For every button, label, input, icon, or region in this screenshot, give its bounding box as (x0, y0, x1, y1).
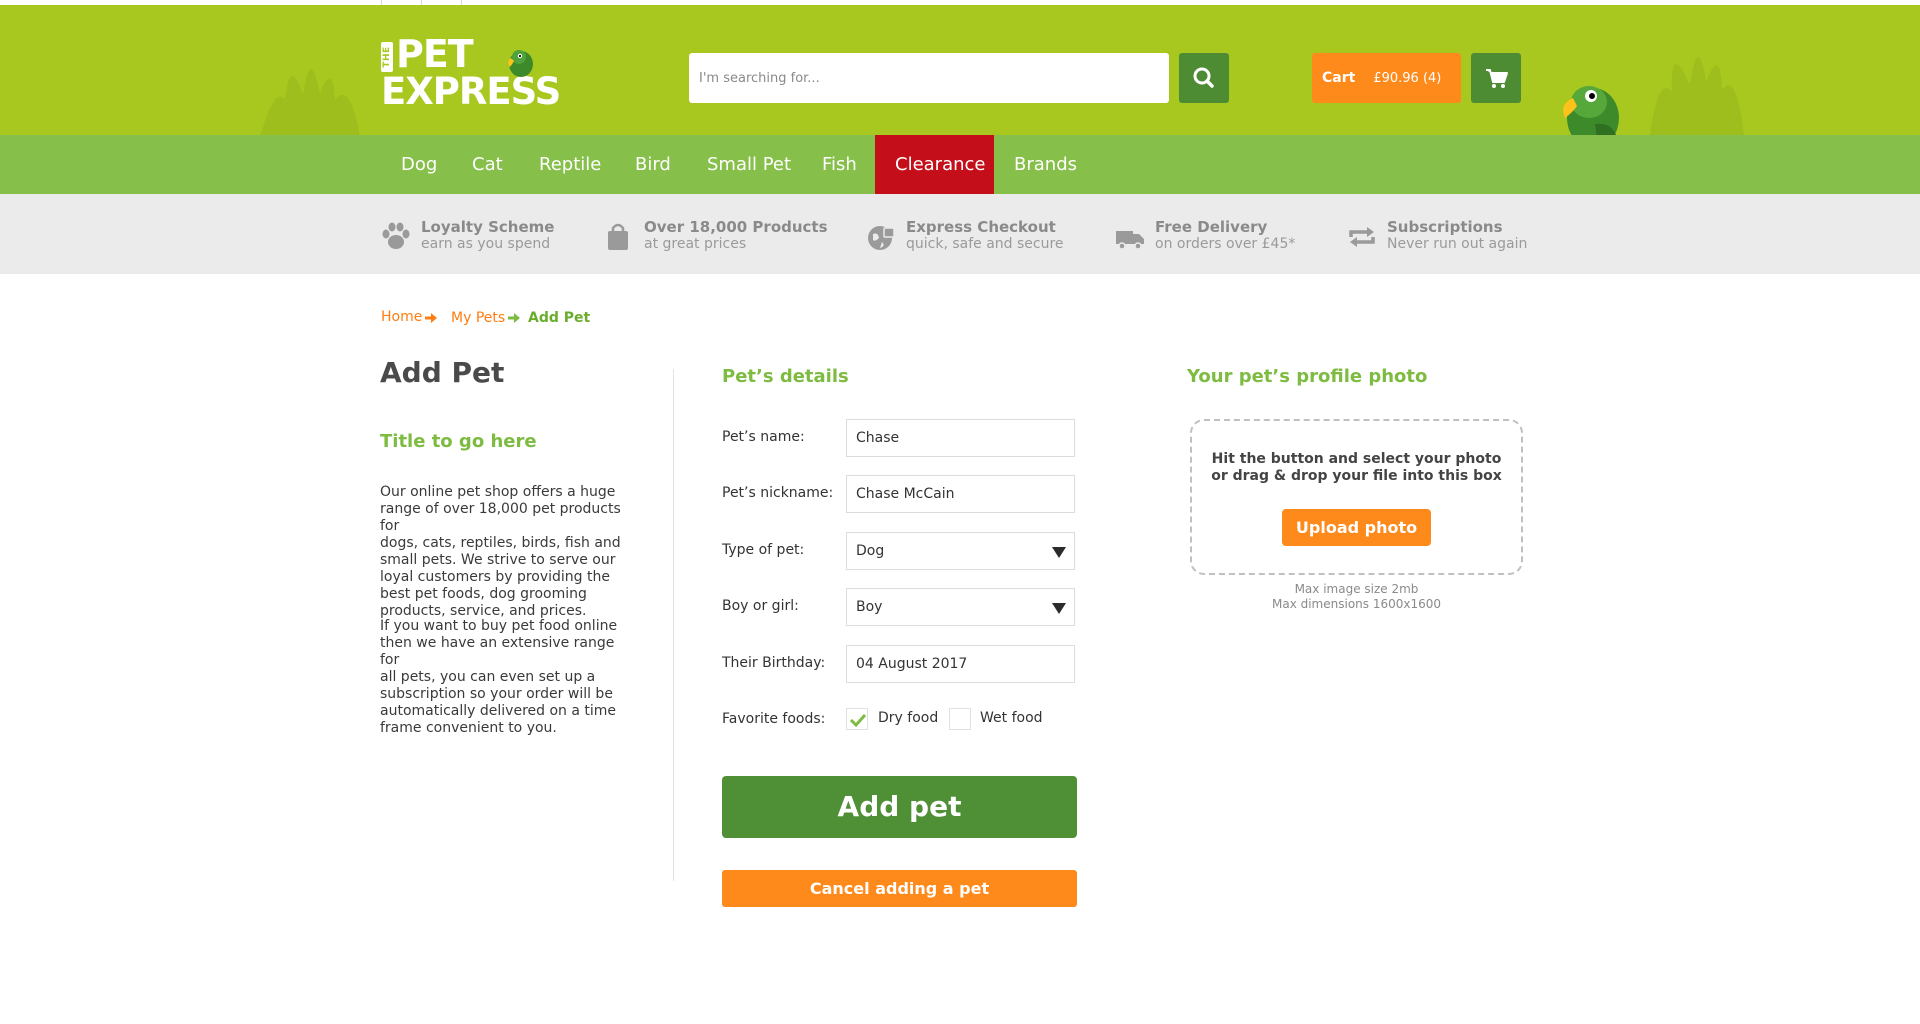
caret-down-icon (1052, 547, 1066, 558)
pet-birthday-input[interactable]: 04 August 2017 (846, 645, 1075, 683)
search-button[interactable] (1179, 53, 1229, 103)
logo-word-express: EXPRESS (381, 70, 561, 113)
usp-subtitle: earn as you spend (421, 236, 551, 252)
max-dimensions-hint: Max dimensions 1600x1600 (1271, 597, 1442, 611)
wet-food-checkbox[interactable] (949, 708, 971, 730)
paragraph-line: range of over 18,000 pet products for (380, 501, 621, 534)
paragraph-line: all pets, you can even set up a (380, 669, 596, 685)
shopping-cart-icon (1486, 69, 1508, 88)
cart-label: Cart (1322, 70, 1356, 86)
grass-decoration (1650, 56, 1744, 135)
breadcrumb-my-pets[interactable]: My Pets (451, 310, 505, 326)
grass-decoration (260, 69, 360, 137)
cart-amount: £90.96 (4) (1373, 70, 1442, 86)
basket-button[interactable] (1471, 53, 1521, 103)
subscription-paragraph: If you want to buy pet food online then … (380, 618, 635, 737)
usp-subtitle: quick, safe and secure (906, 236, 1064, 252)
column-divider (673, 369, 674, 881)
globe-lock-icon (868, 226, 895, 250)
pet-type-label: Type of pet: (722, 542, 805, 558)
nav-item-small-pet[interactable]: Small Pet (687, 135, 811, 194)
cancel-add-pet-button[interactable]: Cancel adding a pet (722, 870, 1077, 907)
intro-paragraph: Our online pet shop offers a huge range … (380, 484, 635, 620)
search-input[interactable] (689, 53, 1169, 103)
pet-type-value: Dog (856, 543, 885, 559)
nav-item-reptile[interactable]: Reptile (519, 135, 621, 194)
paragraph-line: subscription so your order will be (380, 686, 613, 702)
wet-food-label[interactable]: Wet food (980, 710, 1043, 726)
nav-item-bird[interactable]: Bird (615, 135, 691, 194)
usp-title: Express Checkout (906, 218, 1056, 236)
paragraph-line: loyal customers by providing the (380, 569, 610, 585)
breadcrumb-current: Add Pet (528, 310, 591, 326)
pet-details-heading: Pet’s details (722, 366, 849, 387)
logo-the-badge: THE (381, 42, 393, 72)
pet-gender-label: Boy or girl: (722, 598, 799, 614)
logo-word-pet: PET (396, 32, 474, 76)
pet-gender-value: Boy (856, 599, 883, 615)
paragraph-line: best pet foods, dog grooming (380, 586, 587, 602)
usp-subtitle: on orders over £45* (1155, 236, 1296, 252)
paragraph-line: automatically delivered on a time (380, 703, 617, 719)
paragraph-line: frame convenient to you. (380, 720, 557, 736)
pet-type-select[interactable]: Dog (846, 532, 1075, 570)
truck-icon (1116, 231, 1144, 250)
parrot-logo-icon (508, 50, 533, 77)
drop-zone-line: Hit the button and select your photo (1211, 451, 1502, 467)
section-subtitle: Title to go here (380, 431, 537, 452)
nav-item-cat[interactable]: Cat (452, 135, 523, 194)
usp-subtitle: at great prices (644, 236, 747, 252)
pet-nickname-input[interactable]: Chase McCain (846, 475, 1075, 513)
drop-zone-instructions: Hit the button and select your photo or … (1190, 451, 1523, 485)
add-pet-button[interactable]: Add pet (722, 776, 1077, 838)
nav-item-dog[interactable]: Dog (381, 135, 457, 194)
pet-name-input[interactable]: Chase (846, 419, 1075, 457)
page-title: Add Pet (380, 356, 505, 389)
usp-title: Free Delivery (1155, 218, 1268, 236)
nav-item-fish[interactable]: Fish (802, 135, 877, 194)
max-size-hint: Max image size 2mb (1294, 582, 1419, 596)
caret-down-icon (1052, 603, 1066, 614)
nav-item-brands[interactable]: Brands (994, 135, 1097, 194)
drop-zone-line: or drag & drop your file into this box (1211, 468, 1502, 484)
photo-drop-zone[interactable] (1190, 419, 1523, 575)
cart-summary-button[interactable]: Cart £90.96 (4) (1312, 53, 1461, 103)
bag-icon (608, 223, 628, 250)
pet-nickname-label: Pet’s nickname: (722, 485, 834, 501)
paragraph-line: then we have an extensive range for (380, 635, 615, 668)
paragraph-line: If you want to buy pet food online (380, 618, 618, 634)
search-icon (1193, 67, 1214, 88)
paragraph-line: Our online pet shop offers a huge (380, 484, 616, 500)
profile-photo-heading: Your pet’s profile photo (1187, 366, 1428, 387)
repeat-icon (1349, 227, 1375, 247)
pet-birthday-label: Their Birthday: (722, 655, 826, 671)
usp-title: Subscriptions (1387, 218, 1503, 236)
paragraph-line: dogs, cats, reptiles, birds, fish and (380, 535, 621, 551)
dry-food-label[interactable]: Dry food (878, 710, 938, 726)
usp-bar: Loyalty Scheme earn as you spend Over 18… (0, 194, 1920, 274)
arrow-right-icon (508, 313, 520, 323)
usp-title: Loyalty Scheme (421, 218, 555, 236)
dry-food-checkbox[interactable] (846, 708, 868, 730)
upload-photo-button[interactable]: Upload photo (1282, 509, 1431, 546)
site-logo[interactable]: THE PET EXPRESS (381, 34, 563, 114)
breadcrumb-home[interactable]: Home (381, 309, 422, 325)
pet-gender-select[interactable]: Boy (846, 588, 1075, 626)
nav-item-clearance[interactable]: Clearance (875, 135, 994, 194)
usp-title: Over 18,000 Products (644, 218, 828, 236)
usp-subtitle: Never run out again (1387, 236, 1528, 252)
pet-name-label: Pet’s name: (722, 429, 805, 445)
main-navigation: Dog Cat Reptile Bird Small Pet Fish Clea… (0, 135, 1920, 194)
checkmark-icon (849, 713, 867, 728)
favorite-foods-label: Favorite foods: (722, 711, 826, 727)
paragraph-line: small pets. We strive to serve our (380, 552, 616, 568)
paw-icon (382, 222, 410, 249)
arrow-right-icon (425, 313, 437, 323)
